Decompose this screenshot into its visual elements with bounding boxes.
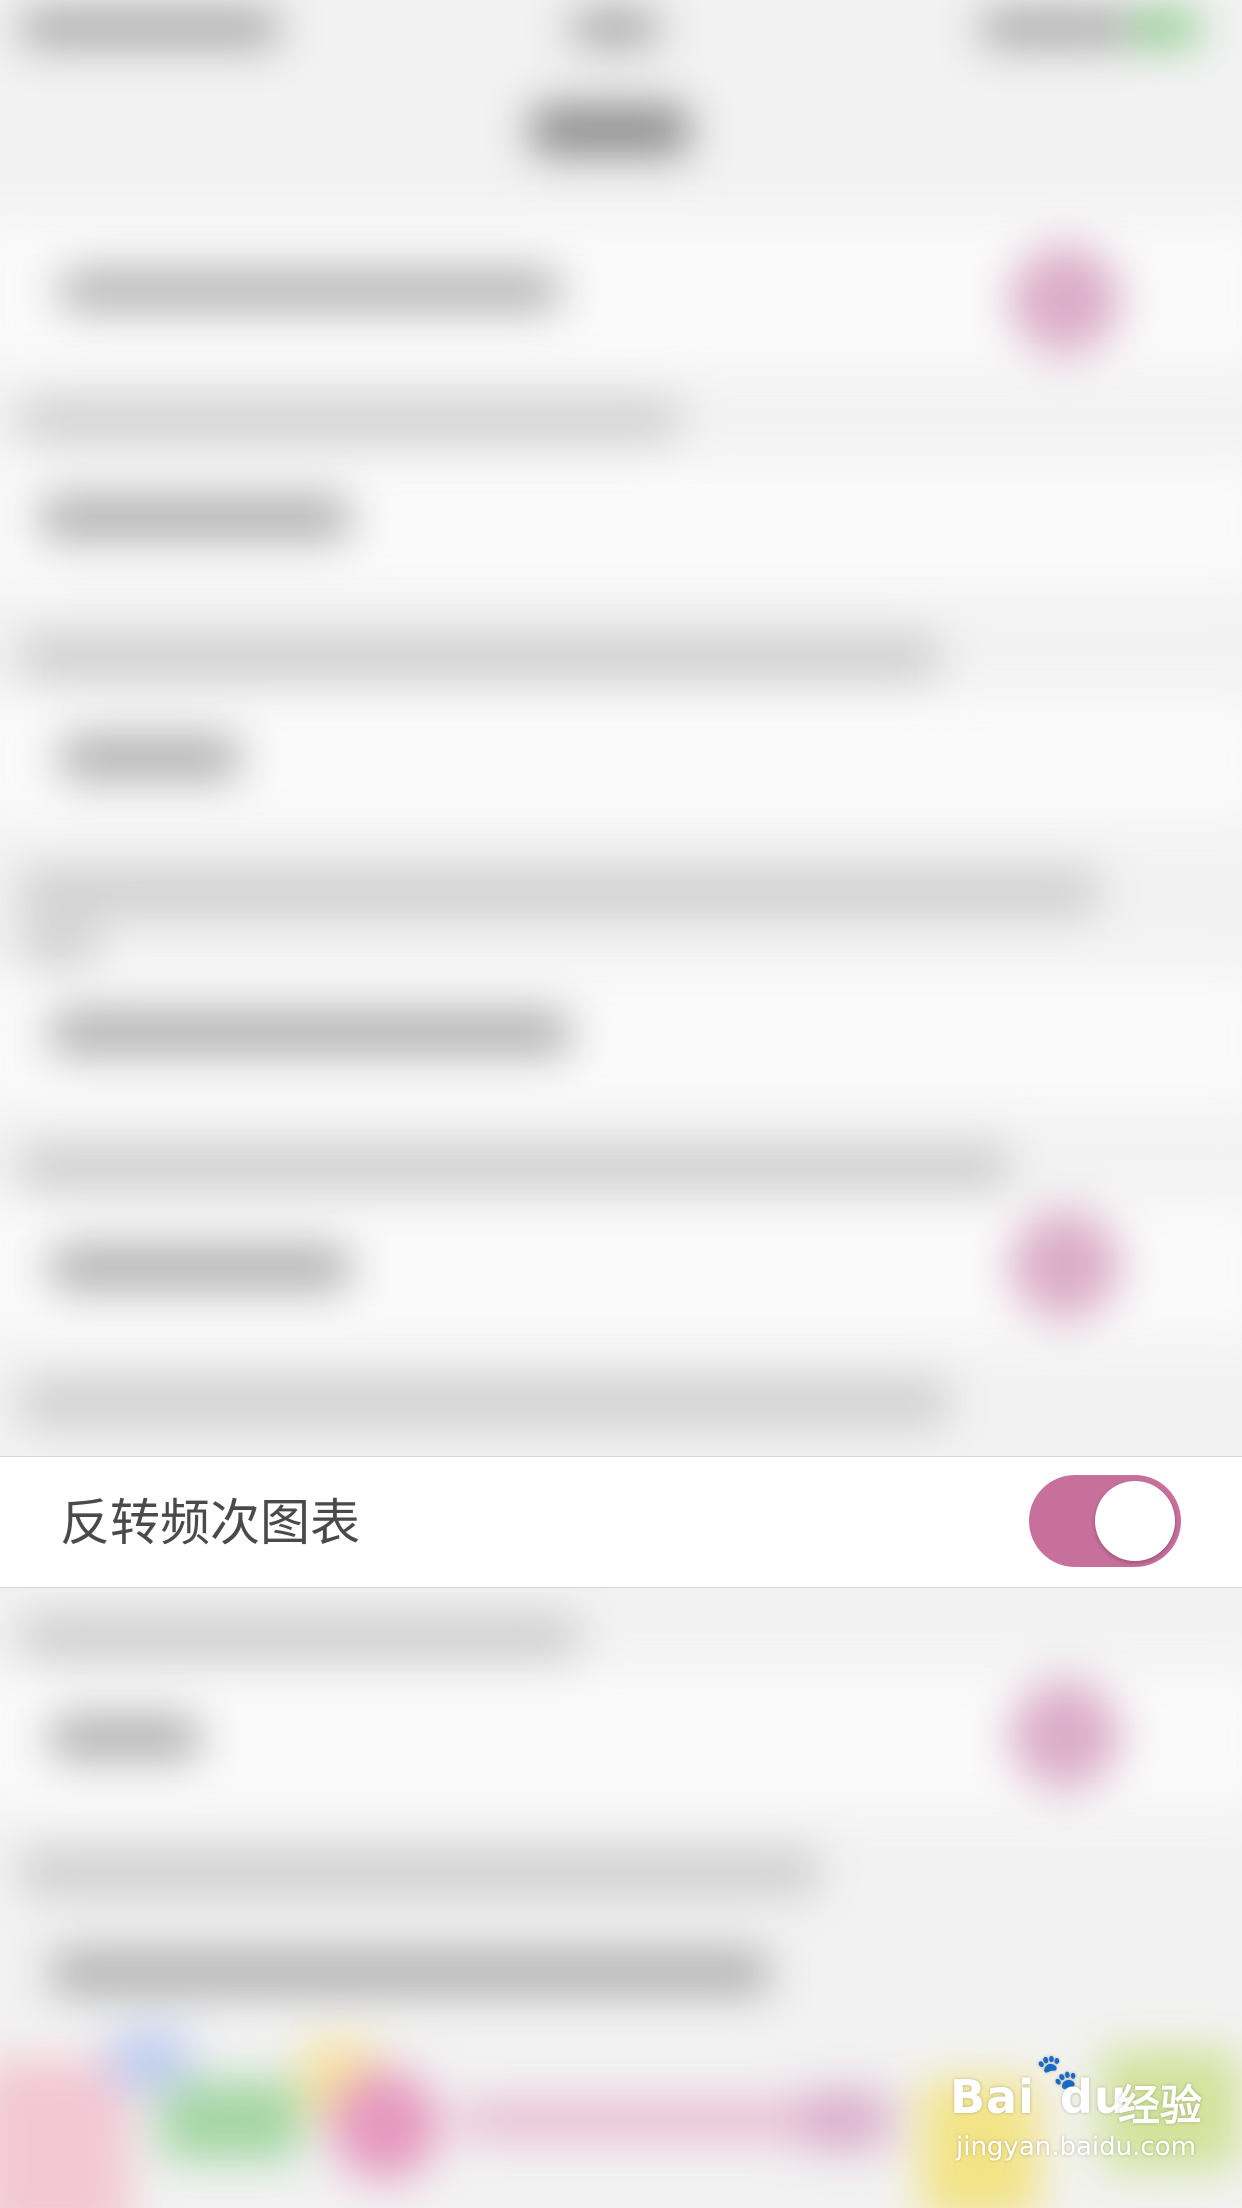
blurred-background (0, 0, 1242, 2208)
baidu-jingyan-watermark: Bai 🐾 du 经验 jingyan.baidu.com (950, 2052, 1220, 2190)
screen: 反转频次图表 Bai 🐾 du 经验 jingyan.baidu.com (0, 0, 1242, 2208)
watermark-url: jingyan.baidu.com (956, 2132, 1196, 2162)
setting-label: 反转频次图表 (60, 1494, 360, 1552)
setting-row-reverse-frequency-chart[interactable]: 反转频次图表 (0, 1456, 1242, 1588)
toggle-knob (1095, 1481, 1175, 1561)
reverse-chart-toggle[interactable] (1029, 1475, 1181, 1567)
watermark-brand: 经验 (1118, 2081, 1203, 2130)
watermark-logo-text: Bai (950, 2070, 1035, 2124)
